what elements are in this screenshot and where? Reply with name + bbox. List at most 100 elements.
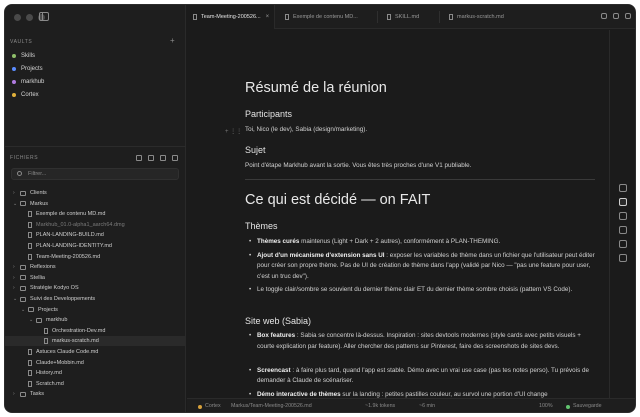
list-item-text: : Sabia se concentre là-dessus. Inspirat… [257,332,581,350]
vault-color-dot [12,67,16,71]
vault-color-dot [12,54,16,58]
block-handle-icon[interactable]: + ⋮⋮ [225,128,242,135]
chevron-down-icon[interactable]: ⌄ [21,307,28,313]
folder-icon [20,296,26,302]
code-icon[interactable] [613,13,619,19]
new-folder-icon[interactable] [160,155,166,161]
export-icon[interactable] [619,240,627,248]
list-item: Screencast : à faire plus tard, quand l'… [249,366,595,387]
tree-folder[interactable]: › Reflexions [5,262,185,272]
file-icon [28,221,32,228]
tree-folder[interactable]: › Tasks [5,389,185,399]
settings-icon[interactable] [619,198,627,206]
tree-file[interactable]: Exemple de contenu MD.md [5,209,185,219]
tree-folder[interactable]: › Stellia [5,273,185,283]
vault-color-dot [198,405,202,409]
decided-heading: Ce qui est décidé — on FAIT [245,192,431,208]
minimize-window-button[interactable] [26,14,33,21]
tree-file[interactable]: PLAN-LANDING-IDENTITY.md [5,241,185,251]
tree-folder[interactable]: ⌄ Suivi des Developpements [5,294,185,304]
search-icon[interactable] [619,254,627,262]
chevron-right-icon[interactable]: › [13,264,20,270]
status-save: Sauvegarde [573,403,602,409]
tree-file[interactable]: PLAN-LANDING-BUILD.md [5,230,185,240]
chevron-right-icon[interactable]: › [13,275,20,281]
tree-item-label: Scratch.md [36,380,64,387]
filter-placeholder: Filtrer... [28,171,47,177]
refresh-icon[interactable] [172,155,178,161]
chevron-down-icon[interactable]: ⌄ [13,201,20,207]
add-vault-button[interactable]: + [170,36,175,45]
tree-item-label: Suivi des Developpements [30,296,96,302]
vault-item[interactable]: Projects [12,66,43,72]
sidebar-toggle-icon[interactable] [39,12,49,21]
vault-label: Skills [21,53,36,59]
status-path: Markus/Team-Meeting-200526.md [231,403,312,409]
list-item-text: sur la landing : petites pastilles coule… [340,390,548,398]
tree-file[interactable]: Astuces Claude Code.md [5,347,185,357]
tree-file[interactable]: Orchestration-Dev.md [5,326,185,336]
tree-item-label: Markhub_01.0-alpha1_aarch64.dmg [36,221,125,228]
vault-item[interactable]: Skills [12,53,35,59]
tree-file[interactable]: Team-Meeting-200526.md [5,252,185,262]
outline-icon[interactable] [619,184,627,192]
save-status-dot [566,405,570,409]
tree-file[interactable]: markus-scratch.md [5,336,185,347]
folder-icon [20,201,26,207]
tree-item-label: markhub [46,317,68,324]
list-item-bold: Screencast [257,366,291,374]
tree-file[interactable]: Markhub_01.0-alpha1_aarch64.dmg [5,220,185,230]
view-toggle-icon[interactable] [601,13,607,19]
folder-icon [20,391,26,397]
collapse-all-icon[interactable] [136,155,142,161]
chevron-right-icon[interactable]: › [13,391,20,397]
filter-input[interactable]: Filtrer... [11,168,179,180]
tab-skill[interactable]: SKILL.md [381,5,437,29]
tree-folder[interactable]: ⌄ Projects [5,305,185,315]
file-icon [28,349,32,355]
tree-item-label: Claude+Mobbin.md [36,359,84,366]
tree-folder[interactable]: ⌄ markhub [5,315,185,325]
tree-folder[interactable]: ⌄ Markus [5,199,185,209]
tab-exemple-contenu[interactable]: Exemple de contenu MD... [279,5,375,29]
folder-icon [20,285,26,291]
tree-folder[interactable]: › Stratégie Kodyo OS [5,283,185,293]
tree-item-label: History.md [36,370,62,377]
split-view-icon[interactable] [625,13,631,19]
status-vault[interactable]: Cortex [205,403,221,409]
status-bar: Cortex Markus/Team-Meeting-200526.md ~1.… [187,398,635,412]
tree-item-label: Stellia [30,274,45,281]
tree-file[interactable]: Claude+Mobbin.md [5,358,185,368]
participants-heading: Participants [245,109,293,119]
status-zoom[interactable]: 100% [539,403,553,409]
tab-markus-scratch[interactable]: markus-scratch.md [443,5,523,29]
chevron-down-icon[interactable]: ⌄ [13,296,20,302]
close-tab-icon[interactable]: × [266,14,270,20]
tree-file[interactable]: History.md [5,368,185,378]
chevron-right-icon[interactable]: › [13,190,20,196]
vault-item[interactable]: markhub [12,79,44,85]
participants-text: Toi, Nico (le dev), Sabia (design/market… [245,126,368,133]
vault-color-dot [12,80,16,84]
file-icon [28,243,32,249]
vault-item[interactable]: Cortex [12,92,39,98]
editor[interactable]: + ⋮⋮ Résumé de la réunion Participants T… [187,30,609,402]
list-item-bold: Box features [257,332,296,339]
chevron-down-icon[interactable]: ⌄ [29,317,36,323]
tab-label: markus-scratch.md [457,14,504,20]
new-file-icon[interactable] [148,155,154,161]
close-window-button[interactable] [14,14,21,21]
app-window: VAULTS + Skills Projects markhub Cortex FIC… [4,4,636,413]
tree-file[interactable]: Scratch.md [5,379,185,389]
tab-team-meeting[interactable]: Team-Meeting-200526... × [187,5,275,29]
themes-heading: Thèmes [245,221,278,231]
code-view-icon[interactable] [619,212,627,220]
list-item-bold: Démo interactive de thèmes [257,390,341,398]
sidebar-divider [5,146,186,147]
chevron-right-icon[interactable]: › [13,285,20,291]
tree-folder[interactable]: › Clients [5,188,185,198]
vault-label: markhub [21,79,45,85]
history-icon[interactable] [619,226,627,234]
vault-color-dot [12,93,16,97]
tree-item-label: markus-scratch.md [52,338,99,345]
